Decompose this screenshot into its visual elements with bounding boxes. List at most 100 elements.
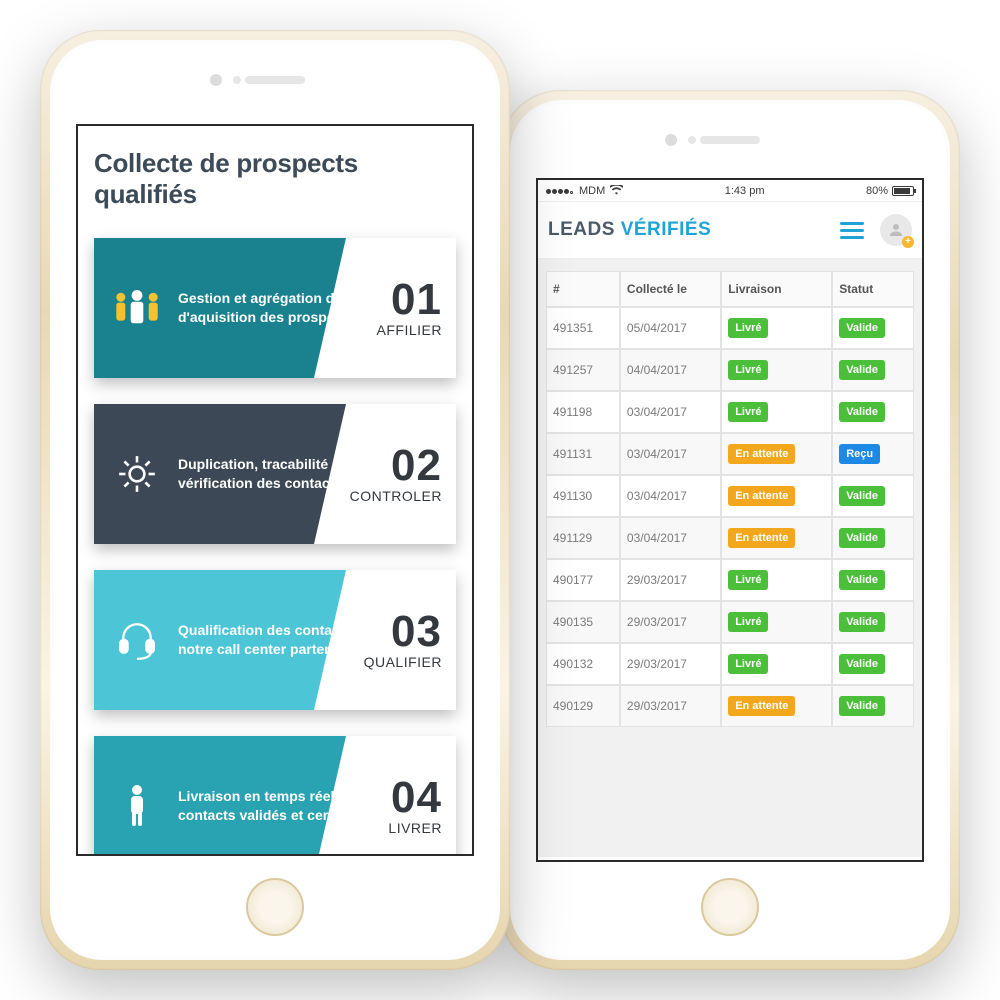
phone-mockup-right: MDM 1:43 pm 80% LEADS VÉRIFIÉS bbox=[500, 90, 960, 970]
table-row[interactable]: 49013229/03/2017 Livré Valide bbox=[546, 643, 914, 685]
table-row[interactable]: 49013529/03/2017Livré Valide bbox=[546, 601, 914, 643]
signal-icon bbox=[546, 185, 574, 197]
cell-statut: Reçu bbox=[832, 433, 914, 475]
col-statut[interactable]: Statut bbox=[832, 271, 914, 307]
app-header: LEADS VÉRIFIÉS + bbox=[538, 202, 922, 259]
cell-id: 491198 bbox=[546, 391, 620, 433]
badge-livraison: En attente bbox=[728, 696, 795, 716]
cell-date: 29/03/2017 bbox=[620, 685, 721, 727]
badge-livraison: Livré bbox=[728, 654, 768, 674]
cell-id: 491130 bbox=[546, 475, 620, 517]
cell-statut: Valide bbox=[832, 517, 914, 559]
badge-statut: Valide bbox=[839, 318, 885, 338]
table-row[interactable]: 49119803/04/2017 Livré Valide bbox=[546, 391, 914, 433]
person-icon bbox=[110, 784, 164, 828]
cell-livraison: Livré bbox=[721, 391, 832, 433]
col-id[interactable]: # bbox=[546, 271, 620, 307]
cell-livraison: Livré bbox=[721, 307, 832, 349]
table-row[interactable]: 49113103/04/2017En attente Reçu bbox=[546, 433, 914, 475]
cell-livraison: Livré bbox=[721, 349, 832, 391]
cell-date: 29/03/2017 bbox=[620, 559, 721, 601]
cell-statut: Valide bbox=[832, 559, 914, 601]
step-affilier[interactable]: Gestion et agrégation des sources d'aqui… bbox=[94, 238, 456, 378]
badge-statut: Reçu bbox=[839, 444, 880, 464]
cell-id: 491351 bbox=[546, 307, 620, 349]
phone-speaker bbox=[700, 136, 760, 144]
badge-statut: Valide bbox=[839, 570, 885, 590]
cell-id: 490177 bbox=[546, 559, 620, 601]
phone-sensor bbox=[688, 136, 696, 144]
page-title: Collecte de prospects qualifiés bbox=[94, 148, 456, 210]
cell-livraison: Livré bbox=[721, 601, 832, 643]
badge-statut: Valide bbox=[839, 486, 885, 506]
table-row[interactable]: 49113003/04/2017En attente Valide bbox=[546, 475, 914, 517]
table-row[interactable]: 49125704/04/2017 Livré Valide bbox=[546, 349, 914, 391]
menu-icon[interactable] bbox=[840, 222, 864, 239]
cell-livraison: En attente bbox=[721, 433, 832, 475]
cell-livraison: Livré bbox=[721, 643, 832, 685]
badge-livraison: Livré bbox=[728, 402, 768, 422]
avatar[interactable]: + bbox=[880, 214, 912, 246]
home-button[interactable] bbox=[701, 878, 759, 936]
col-livraison[interactable]: Livraison bbox=[721, 271, 832, 307]
badge-statut: Valide bbox=[839, 360, 885, 380]
cell-id: 490132 bbox=[546, 643, 620, 685]
badge-statut: Valide bbox=[839, 402, 885, 422]
cell-statut: Valide bbox=[832, 643, 914, 685]
cell-date: 03/04/2017 bbox=[620, 391, 721, 433]
col-date[interactable]: Collecté le bbox=[620, 271, 721, 307]
gear-icon bbox=[110, 453, 164, 495]
cell-statut: Valide bbox=[832, 685, 914, 727]
cell-statut: Valide bbox=[832, 307, 914, 349]
status-bar: MDM 1:43 pm 80% bbox=[538, 180, 922, 202]
cell-date: 04/04/2017 bbox=[620, 349, 721, 391]
people-icon bbox=[110, 288, 164, 328]
cell-livraison: En attente bbox=[721, 475, 832, 517]
carrier-label: MDM bbox=[579, 185, 605, 197]
screen-right: MDM 1:43 pm 80% LEADS VÉRIFIÉS bbox=[536, 178, 924, 862]
battery-label: 80% bbox=[866, 185, 888, 197]
brand-logo[interactable]: LEADS VÉRIFIÉS bbox=[548, 219, 711, 241]
cell-id: 490135 bbox=[546, 601, 620, 643]
headset-icon bbox=[110, 619, 164, 661]
phone-camera bbox=[665, 134, 677, 146]
cell-id: 491129 bbox=[546, 517, 620, 559]
wifi-icon bbox=[610, 184, 623, 198]
phone-mockup-left: Collecte de prospects qualifiés Gestion … bbox=[40, 30, 510, 970]
cell-statut: Valide bbox=[832, 601, 914, 643]
step-controler[interactable]: Duplication, tracabilité et vérification… bbox=[94, 404, 456, 544]
cell-date: 03/04/2017 bbox=[620, 517, 721, 559]
cell-date: 29/03/2017 bbox=[620, 601, 721, 643]
phone-sensor bbox=[233, 76, 241, 84]
cell-livraison: En attente bbox=[721, 685, 832, 727]
clock-label: 1:43 pm bbox=[725, 185, 765, 197]
step-qualifier[interactable]: Qualification des contacts via notre cal… bbox=[94, 570, 456, 710]
home-button[interactable] bbox=[246, 878, 304, 936]
table-row[interactable]: 49017729/03/2017 Livré Valide bbox=[546, 559, 914, 601]
phone-speaker bbox=[245, 76, 305, 84]
cell-date: 03/04/2017 bbox=[620, 433, 721, 475]
table-row[interactable]: 49012929/03/2017En attenteValide bbox=[546, 685, 914, 727]
cell-date: 03/04/2017 bbox=[620, 475, 721, 517]
cell-livraison: Livré bbox=[721, 559, 832, 601]
badge-statut: Valide bbox=[839, 612, 885, 632]
cell-id: 491131 bbox=[546, 433, 620, 475]
phone-camera bbox=[210, 74, 222, 86]
table-row[interactable]: 49112903/04/2017 En attente Valide bbox=[546, 517, 914, 559]
badge-statut: Valide bbox=[839, 654, 885, 674]
step-livrer[interactable]: Livraison en temps réel de contacts vali… bbox=[94, 736, 456, 856]
cell-date: 29/03/2017 bbox=[620, 643, 721, 685]
battery-icon bbox=[892, 186, 914, 196]
cell-id: 491257 bbox=[546, 349, 620, 391]
table-row[interactable]: 49135105/04/2017Livré Valide bbox=[546, 307, 914, 349]
leads-table: # Collecté le Livraison Statut 49135105/… bbox=[546, 271, 914, 727]
badge-livraison: En attente bbox=[728, 528, 795, 548]
screen-left: Collecte de prospects qualifiés Gestion … bbox=[76, 124, 474, 856]
badge-livraison: Livré bbox=[728, 570, 768, 590]
badge-statut: Valide bbox=[839, 696, 885, 716]
cell-statut: Valide bbox=[832, 349, 914, 391]
cell-date: 05/04/2017 bbox=[620, 307, 721, 349]
badge-statut: Valide bbox=[839, 528, 885, 548]
plus-icon: + bbox=[902, 236, 914, 248]
badge-livraison: Livré bbox=[728, 360, 768, 380]
